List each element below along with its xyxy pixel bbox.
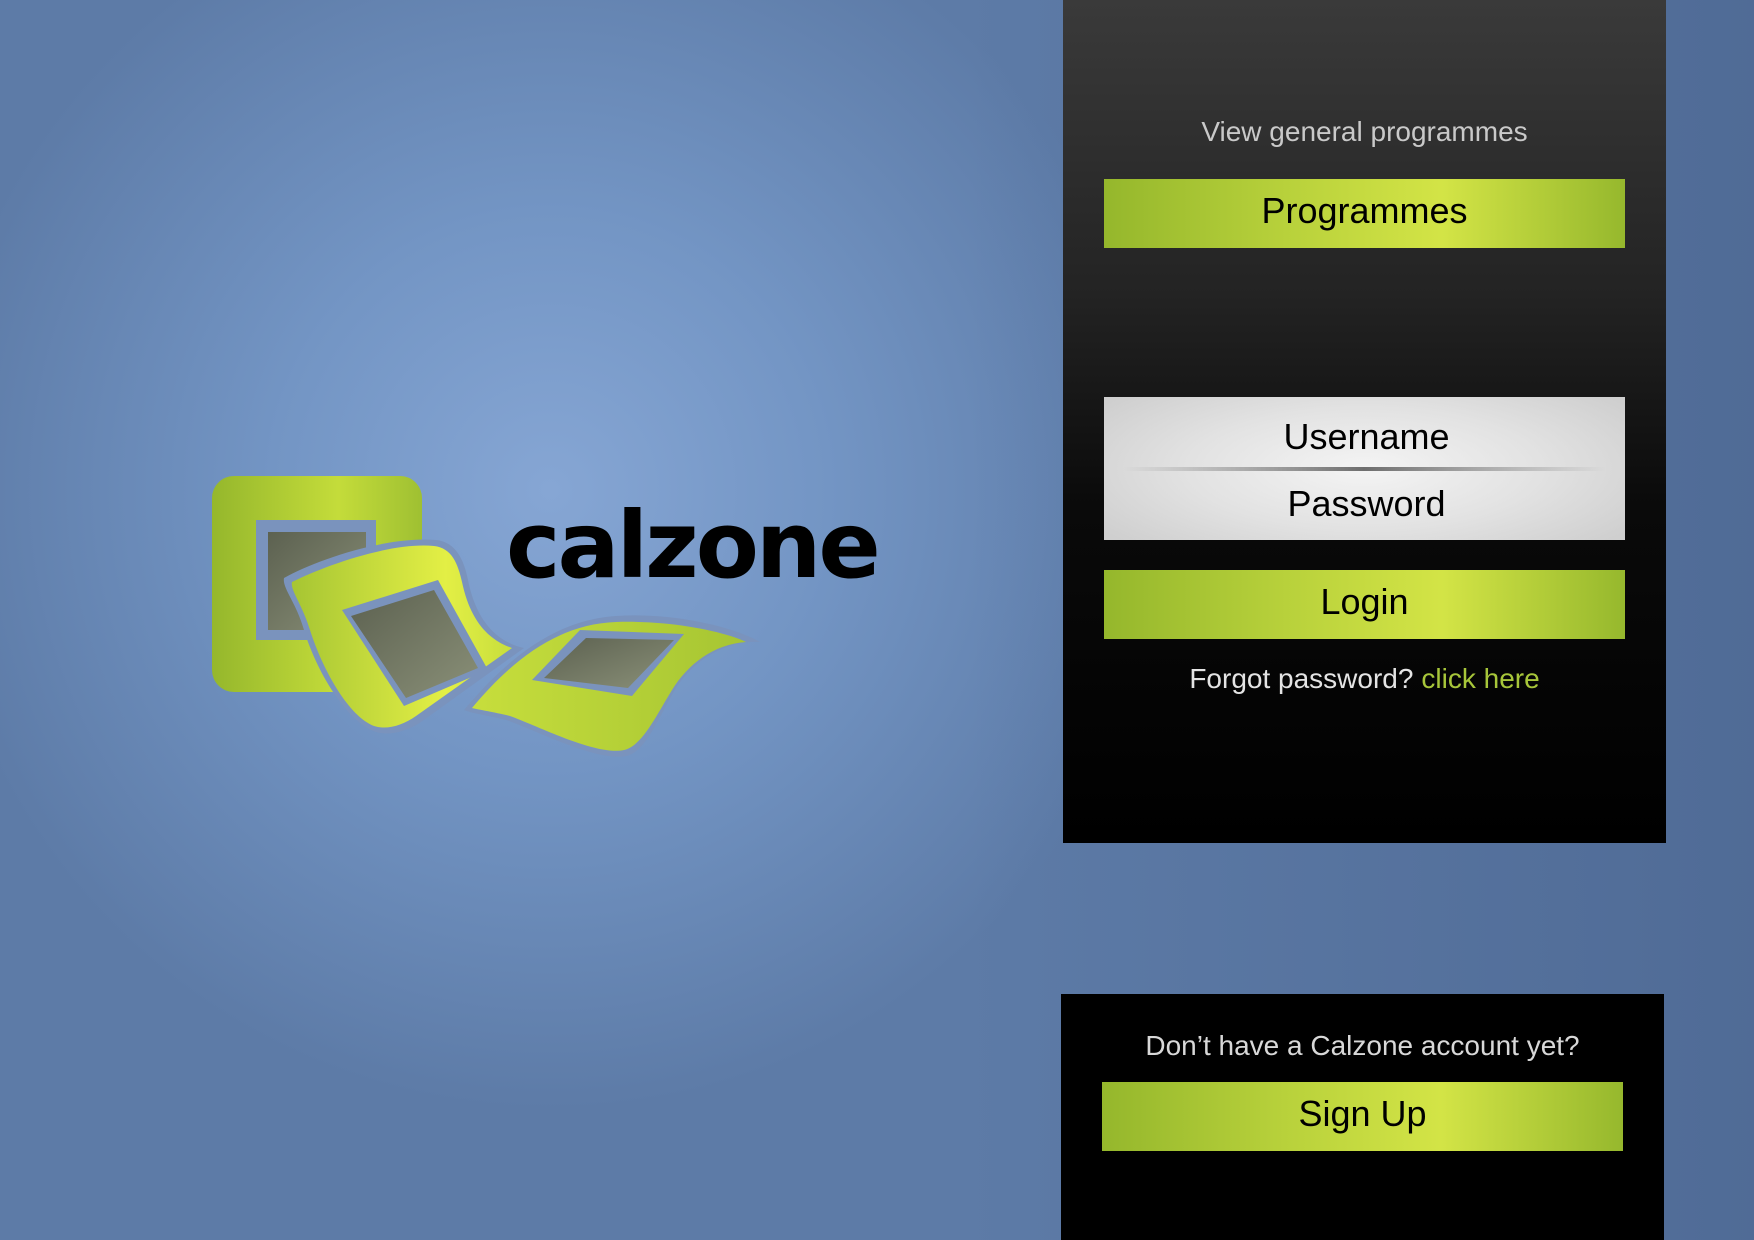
signup-panel: Don’t have a Calzone account yet? Sign U… (1061, 994, 1664, 1240)
signup-button[interactable]: Sign Up (1102, 1082, 1623, 1151)
forgot-password-text: Forgot password? (1189, 663, 1414, 694)
forgot-password-link[interactable]: click here (1421, 663, 1539, 694)
general-programmes-label: View general programmes (1201, 116, 1528, 147)
forgot-password-row: Forgot password? click here (1063, 663, 1666, 695)
login-button[interactable]: Login (1104, 570, 1625, 639)
password-field[interactable] (1104, 478, 1629, 530)
credentials-divider (1124, 467, 1605, 471)
login-panel: View general programmes Programmes Login… (1063, 0, 1666, 843)
brand-wordmark: calzone (506, 492, 881, 599)
username-field[interactable] (1104, 411, 1629, 463)
calzone-logo: calzone (206, 470, 881, 770)
signup-prompt: Don’t have a Calzone account yet? (1145, 1030, 1580, 1061)
credentials-box (1104, 397, 1629, 540)
programmes-button[interactable]: Programmes (1104, 179, 1625, 248)
